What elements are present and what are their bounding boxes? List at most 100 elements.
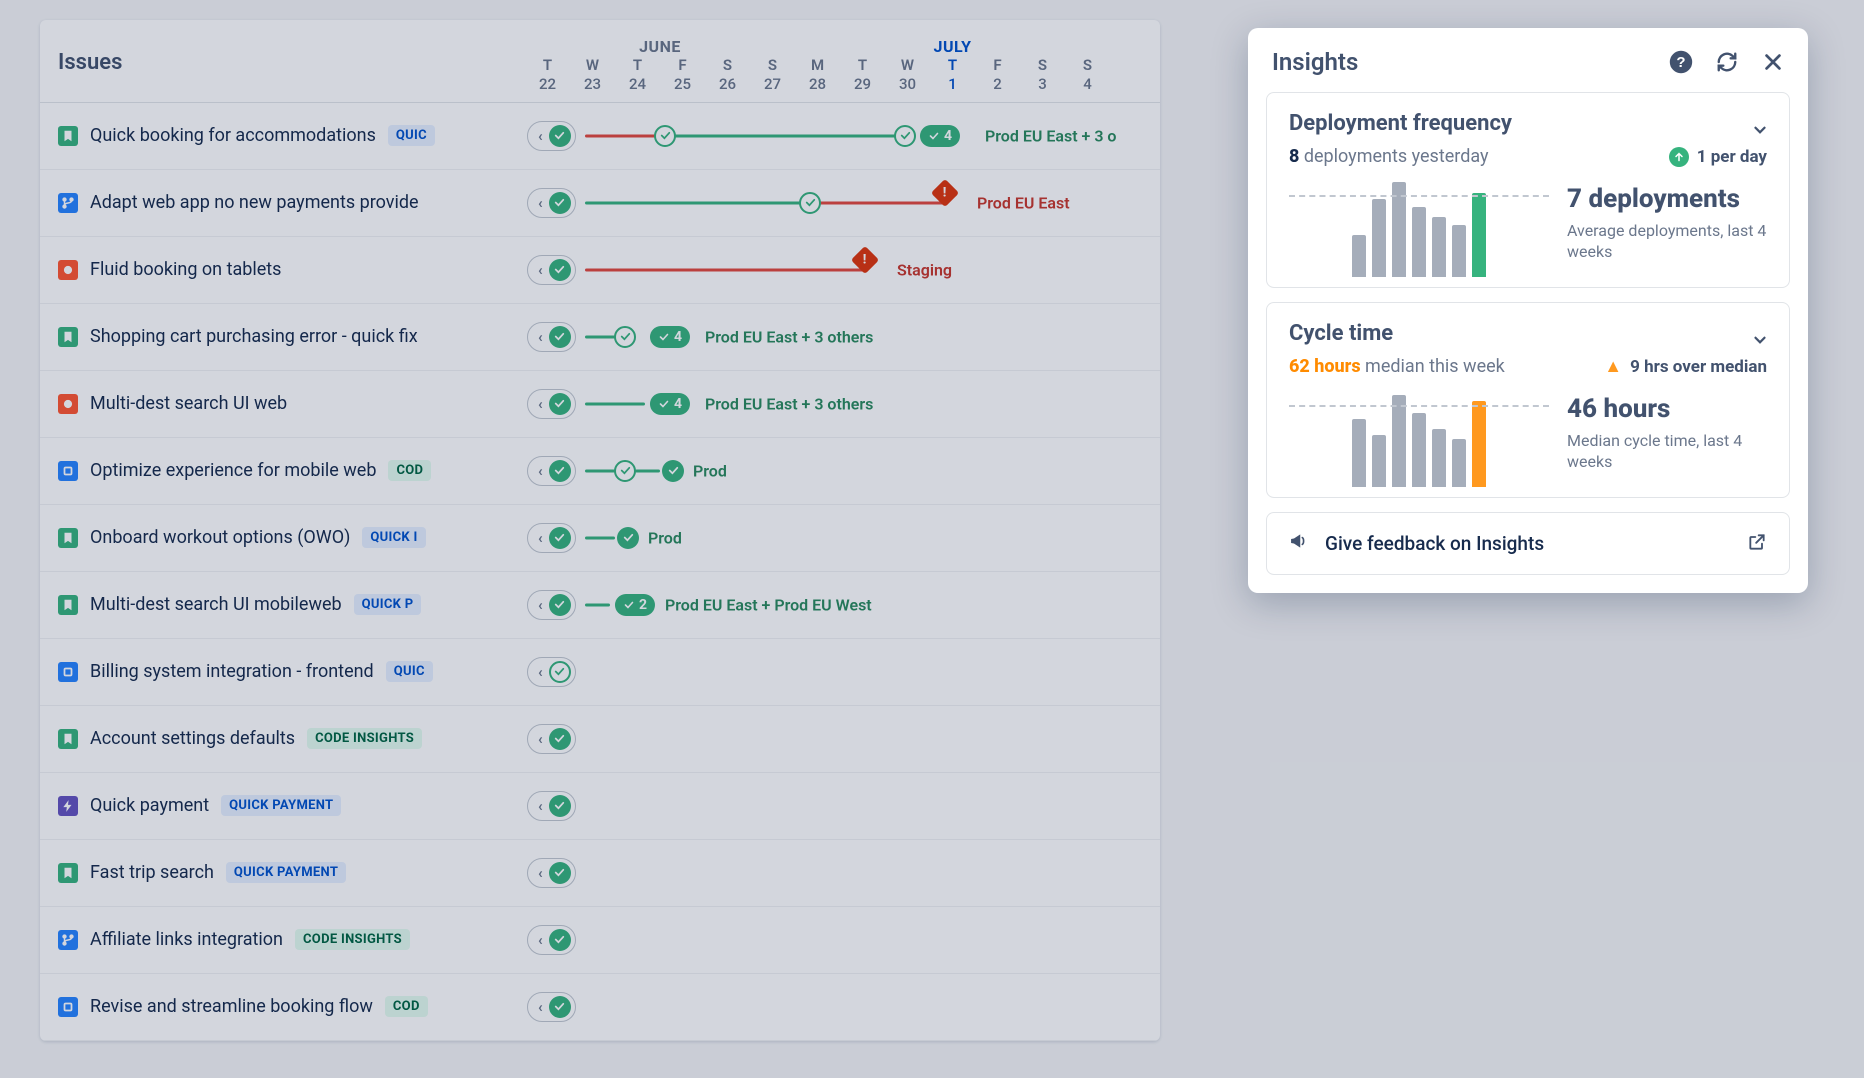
timeline-start-pill[interactable]: ‹ (527, 121, 576, 151)
chevron-left-icon: ‹ (538, 261, 543, 279)
timeline-start-pill[interactable]: ‹ (527, 724, 576, 754)
deployment-frequency-card[interactable]: Deployment frequency 8 deployments yeste… (1266, 92, 1790, 288)
issue-row-left: Optimize experience for mobile webCOD (40, 460, 525, 481)
issue-row[interactable]: Optimize experience for mobile webCOD‹Pr… (40, 438, 1160, 505)
timeline-check-node (894, 125, 916, 147)
issue-title: Affiliate links integration (90, 929, 283, 950)
cycle-value: 62 hours (1289, 356, 1361, 377)
issue-row[interactable]: Fluid booking on tablets‹Staging (40, 237, 1160, 304)
issue-type-icon (58, 662, 78, 682)
timeline-start-pill[interactable]: ‹ (527, 590, 576, 620)
timeline-start-pill[interactable]: ‹ (527, 791, 576, 821)
timeline-start-pill[interactable]: ‹ (527, 858, 576, 888)
issue-row[interactable]: Affiliate links integration CODE INSIGHTS… (40, 907, 1160, 974)
timeline-count-pill: 4 (650, 393, 690, 415)
issue-type-icon (58, 930, 78, 950)
deploy-card-heading: Deployment frequency (1289, 111, 1767, 136)
issue-row[interactable]: Billing system integration - frontendQUI… (40, 639, 1160, 706)
issue-badge: QUIC (386, 661, 433, 682)
issue-row-left: Multi-dest search UI web (40, 393, 525, 414)
issue-row[interactable]: Account settings defaultsCODE INSIGHTS‹ (40, 706, 1160, 773)
feedback-button[interactable]: Give feedback on Insights (1266, 512, 1790, 575)
issue-row-left: Quick booking for accommodationsQUIC (40, 125, 525, 146)
calendar-day: S27 (750, 56, 795, 94)
insights-panel: Insights ? Deployment frequency 8 deploy… (1248, 28, 1808, 593)
timeline-check-node (654, 125, 676, 147)
close-icon[interactable] (1760, 49, 1786, 75)
issue-row[interactable]: Quick booking for accommodationsQUIC‹4Pr… (40, 103, 1160, 170)
issue-timeline: ‹4Prod EU East + 3 others (525, 304, 1160, 370)
cycle-metric-value: 46 hours (1567, 395, 1767, 424)
timeline-check-node (614, 460, 636, 482)
cycle-time-card[interactable]: Cycle time 62 hours median this week ▲ 9… (1266, 302, 1790, 498)
chevron-left-icon: ‹ (538, 998, 543, 1016)
issue-type-icon (58, 126, 78, 146)
status-check-icon (549, 259, 571, 281)
svg-text:?: ? (1676, 54, 1685, 71)
issue-timeline: ‹4Prod EU East + 3 others (525, 371, 1160, 437)
deploy-metric: 7 deployments Average deployments, last … (1567, 185, 1767, 277)
spark-bar (1472, 193, 1486, 277)
issue-row[interactable]: Onboard workout options (OWO)QUICK I‹Pro… (40, 505, 1160, 572)
timeline-count-pill: 4 (920, 125, 960, 147)
timeline-start-pill[interactable]: ‹ (527, 322, 576, 352)
issue-timeline: ‹2Prod EU East + Prod EU West (525, 572, 1160, 638)
timeline-start-pill[interactable]: ‹ (527, 456, 576, 486)
timeline-start-pill[interactable]: ‹ (527, 992, 576, 1022)
timeline-start-pill[interactable]: ‹ (527, 188, 576, 218)
refresh-icon[interactable] (1714, 49, 1740, 75)
timeline-start-pill[interactable]: ‹ (527, 389, 576, 419)
chevron-left-icon: ‹ (538, 395, 543, 413)
calendar-day: W23 (570, 56, 615, 94)
issue-title: Multi-dest search UI mobileweb (90, 594, 342, 615)
issue-row-left: Onboard workout options (OWO)QUICK I (40, 527, 525, 548)
warning-icon: ▲ (1604, 356, 1622, 377)
issue-row[interactable]: Revise and streamline booking flowCOD‹ (40, 974, 1160, 1041)
calendar-day: S3 (1020, 56, 1065, 94)
chevron-down-icon[interactable] (1751, 121, 1769, 143)
issue-title: Fast trip search (90, 862, 214, 883)
status-check-icon (549, 795, 571, 817)
issue-badge: CODE INSIGHTS (295, 929, 410, 950)
calendar-day: T22 (525, 56, 570, 94)
cycle-card-heading: Cycle time (1289, 321, 1767, 346)
help-icon[interactable]: ? (1668, 49, 1694, 75)
issue-row[interactable]: Quick paymentQUICK PAYMENT‹ (40, 773, 1160, 840)
issue-badge: QUIC (388, 125, 435, 146)
calendar-months: JUNE JULY (525, 20, 1160, 56)
issue-title: Account settings defaults (90, 728, 295, 749)
insights-title: Insights (1272, 48, 1358, 76)
timeline-count-pill: 2 (615, 594, 655, 616)
external-link-icon (1747, 532, 1767, 556)
timeline-start-pill[interactable]: ‹ (527, 925, 576, 955)
spark-bar (1432, 429, 1446, 487)
issue-type-icon (58, 327, 78, 347)
timeline-check-node (799, 192, 821, 214)
timeline-check-node (617, 527, 639, 549)
timeline-start-pill[interactable]: ‹ (527, 523, 576, 553)
issue-title: Quick payment (90, 795, 209, 816)
deploy-sparkline (1289, 177, 1549, 277)
spark-bar (1472, 401, 1486, 487)
issue-row[interactable]: Adapt web app no new payments provide ‹Pr… (40, 170, 1160, 237)
timeline-segment (585, 134, 665, 137)
issue-title: Adapt web app no new payments provide (90, 192, 419, 213)
timeline-segment (585, 536, 615, 539)
cycle-statline: 62 hours median this week ▲ 9 hrs over m… (1289, 356, 1767, 377)
timeline-start-pill[interactable]: ‹ (527, 657, 576, 687)
spark-bar (1372, 435, 1386, 487)
issue-timeline: ‹Prod EU East (525, 170, 1160, 236)
issue-type-icon (58, 595, 78, 615)
deployment-label: Staging (897, 260, 952, 279)
issue-row[interactable]: Fast trip searchQUICK PAYMENT‹ (40, 840, 1160, 907)
status-check-icon (549, 393, 571, 415)
chevron-down-icon[interactable] (1751, 331, 1769, 353)
chevron-left-icon: ‹ (538, 328, 543, 346)
deploy-metric-value: 7 deployments (1567, 185, 1767, 214)
issue-row[interactable]: Shopping cart purchasing error - quick f… (40, 304, 1160, 371)
issue-badge: QUICK I (362, 527, 425, 548)
deployment-label: Prod EU East + 3 others (705, 327, 873, 346)
timeline-start-pill[interactable]: ‹ (527, 255, 576, 285)
issue-row[interactable]: Multi-dest search UI web‹4Prod EU East +… (40, 371, 1160, 438)
issue-row[interactable]: Multi-dest search UI mobilewebQUICK P‹2P… (40, 572, 1160, 639)
